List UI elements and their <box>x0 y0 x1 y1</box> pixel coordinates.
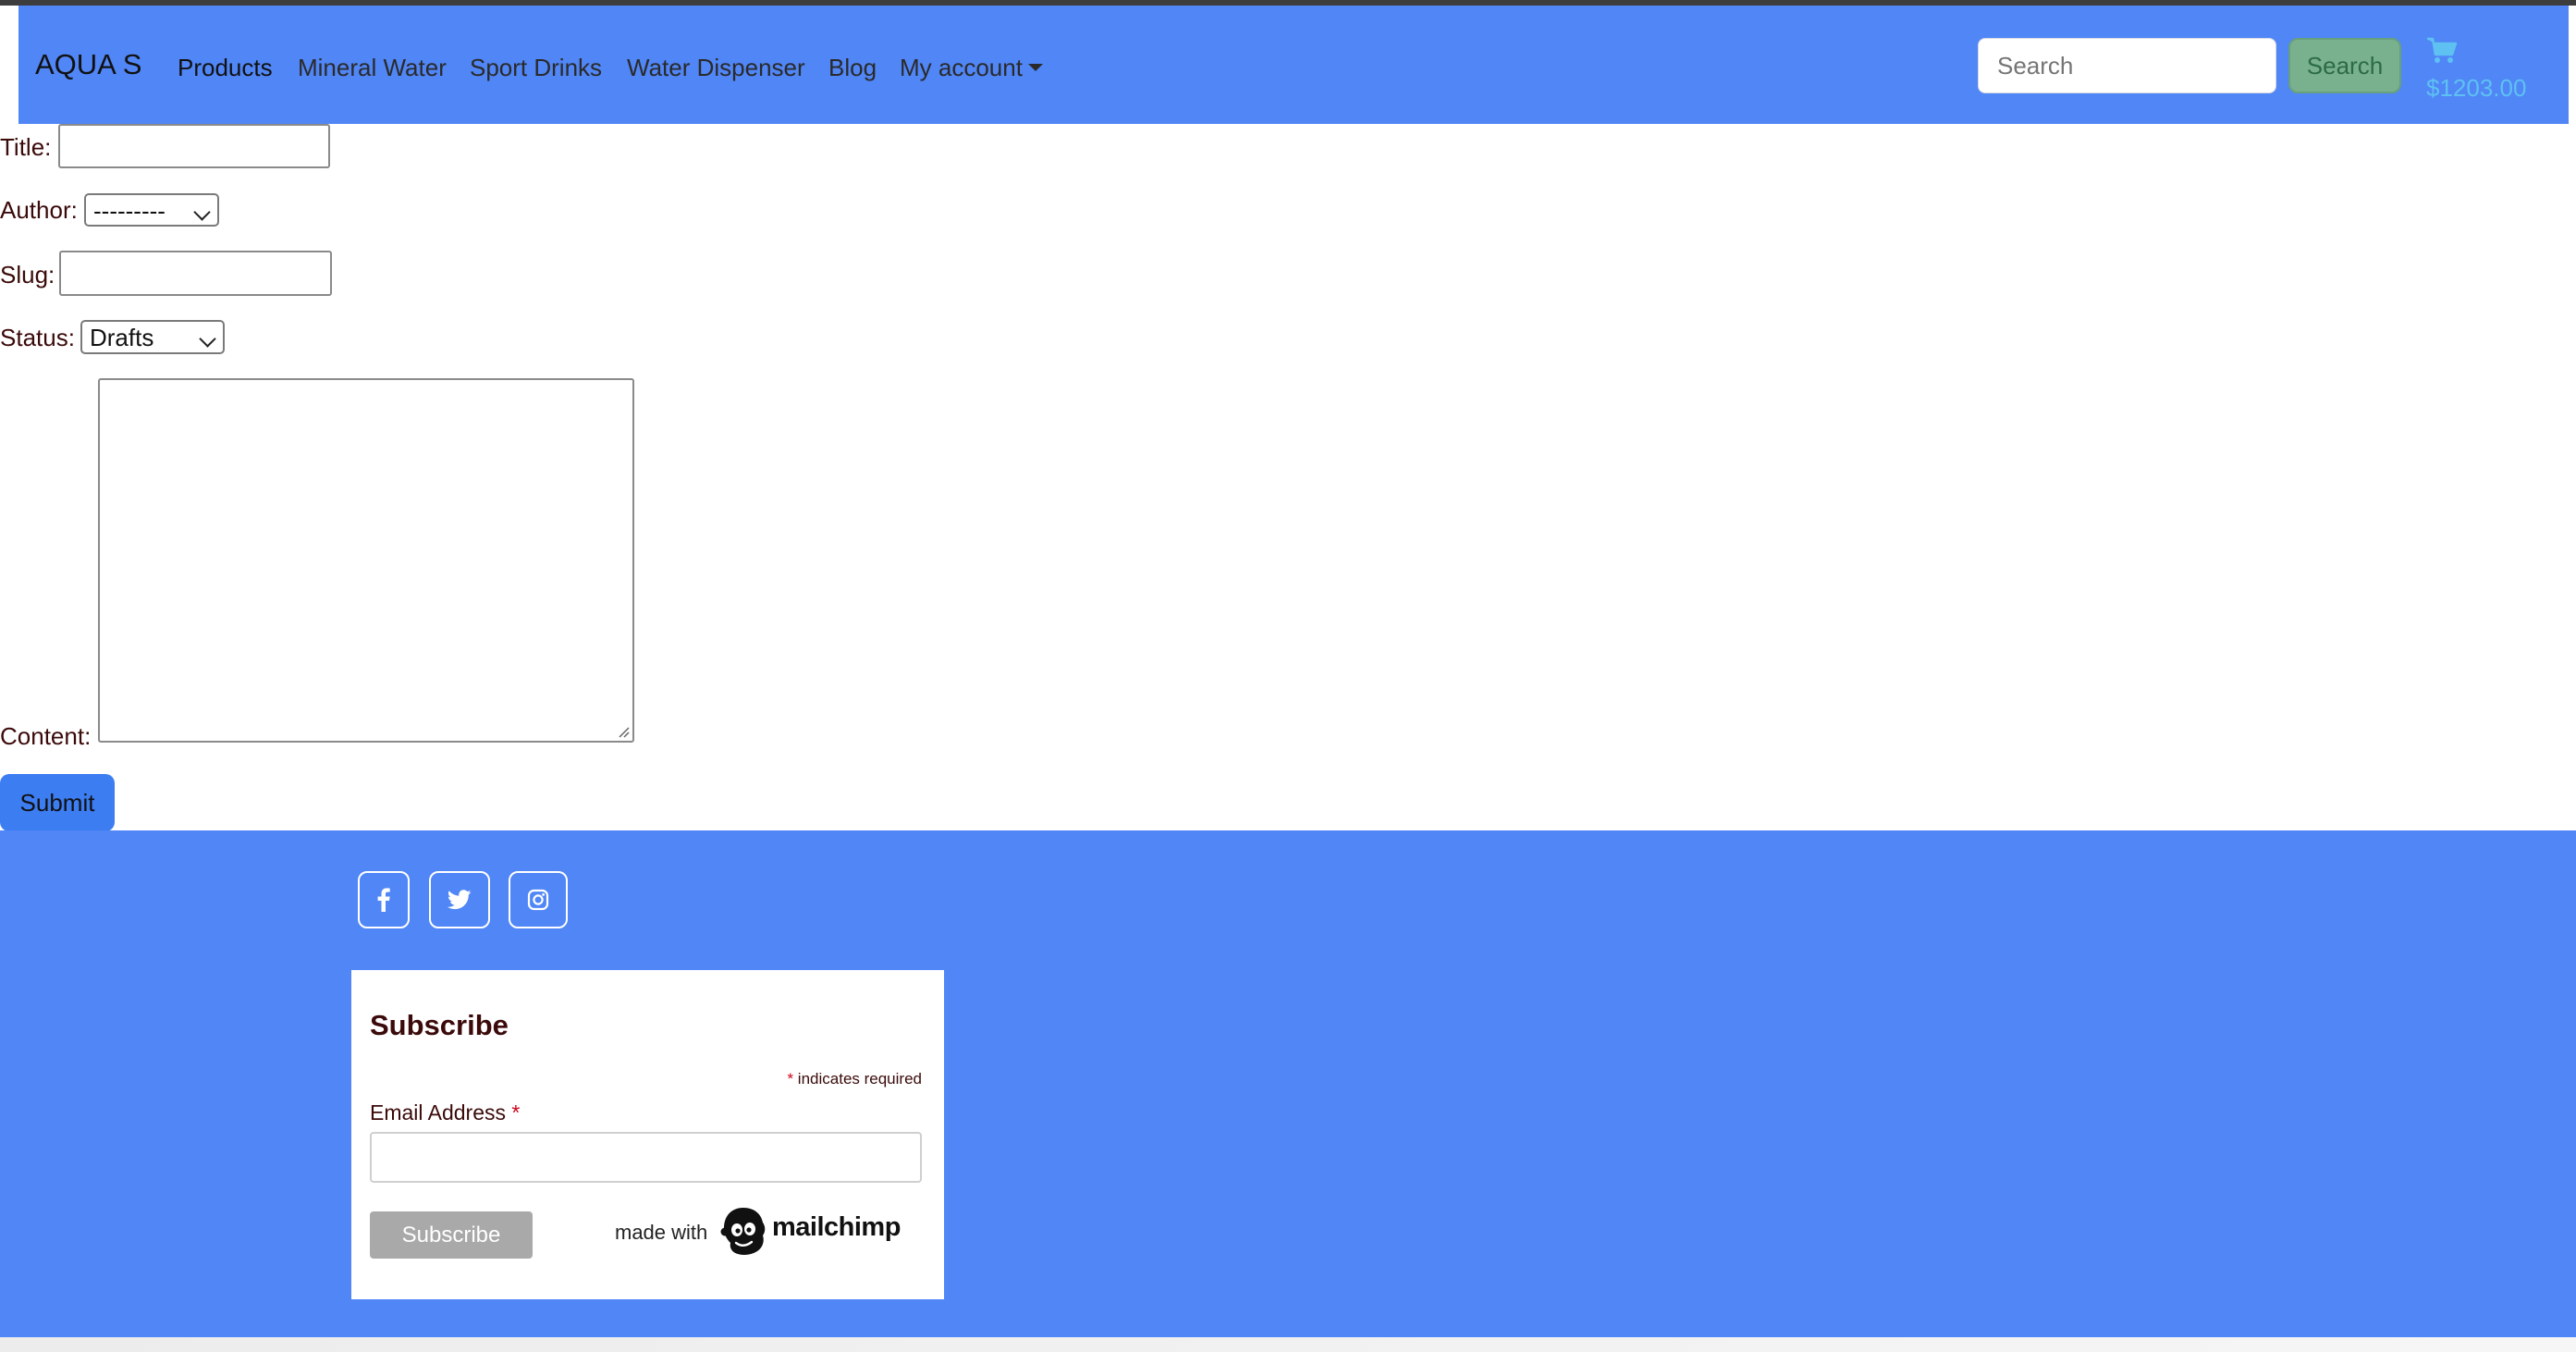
instagram-icon <box>527 889 549 911</box>
twitter-icon <box>448 890 472 910</box>
chevron-down-icon <box>199 330 216 348</box>
caret-down-icon <box>1027 64 1043 71</box>
chevron-down-icon <box>193 203 211 221</box>
mailchimp-logo-icon[interactable] <box>719 1204 767 1258</box>
status-selected-value: Drafts <box>90 324 154 351</box>
mailchimp-brand-text[interactable]: mailchimp <box>772 1212 901 1243</box>
search-input[interactable] <box>1978 38 2276 93</box>
cart-total[interactable]: $1203.00 <box>2426 74 2526 103</box>
author-selected-value: --------- <box>93 197 166 225</box>
navbar: AQUA S Products Mineral Water Sport Drin… <box>18 6 2569 124</box>
brand-logo[interactable]: AQUA S <box>35 48 141 81</box>
twitter-link[interactable] <box>429 871 490 928</box>
author-label: Author: <box>0 196 78 224</box>
made-with-text: made with <box>615 1221 708 1244</box>
nav-item-water-dispenser[interactable]: Water Dispenser <box>627 54 805 82</box>
resize-handle-icon[interactable] <box>617 725 630 738</box>
status-select[interactable]: Drafts <box>80 320 225 354</box>
slug-input[interactable] <box>59 251 332 296</box>
required-star: * <box>511 1100 521 1125</box>
nav-item-mineral-water[interactable]: Mineral Water <box>298 54 447 82</box>
search-button[interactable]: Search <box>2288 38 2401 93</box>
subscribe-form: Subscribe * indicates required Email Add… <box>351 970 944 1299</box>
facebook-link[interactable] <box>358 871 410 928</box>
title-label: Title: <box>0 133 52 161</box>
nav-item-sport-drinks[interactable]: Sport Drinks <box>470 54 602 82</box>
submit-button[interactable]: Submit <box>0 774 115 831</box>
nav-item-my-account[interactable]: My account <box>900 54 1043 82</box>
my-account-label: My account <box>900 54 1023 81</box>
email-field[interactable] <box>370 1132 922 1183</box>
title-input[interactable] <box>58 124 330 168</box>
facebook-icon <box>377 888 390 912</box>
nav-item-blog[interactable]: Blog <box>828 54 877 82</box>
instagram-link[interactable] <box>509 871 568 928</box>
subscribe-title: Subscribe <box>370 1009 509 1041</box>
subscribe-button[interactable]: Subscribe <box>370 1211 533 1259</box>
page-bottom-edge <box>0 1337 2576 1352</box>
email-label: Email Address * <box>370 1100 520 1125</box>
email-label-text: Email Address <box>370 1100 507 1125</box>
status-label: Status: <box>0 324 75 351</box>
slug-label: Slug: <box>0 261 55 289</box>
cart-icon[interactable] <box>2426 37 2458 65</box>
nav-item-products[interactable]: Products <box>178 54 273 82</box>
required-note: * indicates required <box>787 1070 922 1088</box>
required-note-text: indicates required <box>797 1070 922 1088</box>
content-textarea[interactable] <box>98 378 634 743</box>
content-label: Content: <box>0 722 92 750</box>
author-select[interactable]: --------- <box>84 193 219 227</box>
required-star: * <box>787 1070 794 1088</box>
